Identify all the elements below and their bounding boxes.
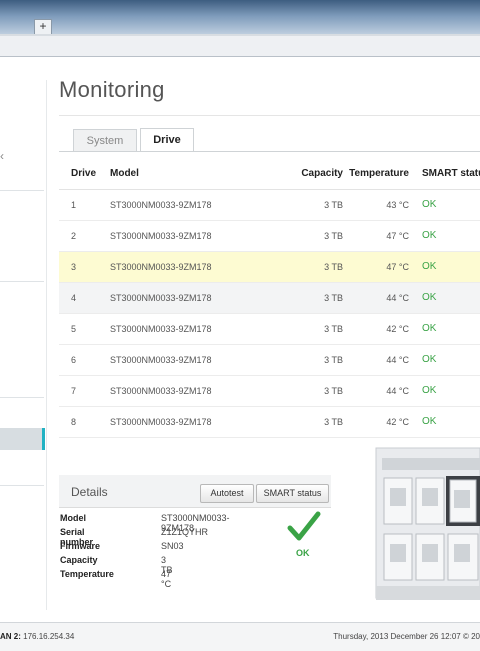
date-time: Thursday, 2013 December 26 12:07 © 20	[333, 632, 480, 641]
drive-model: ST3000NM0033-9ZM178	[110, 355, 212, 365]
drive-temperature: 44 °C	[386, 386, 409, 396]
table-row[interactable]: 2 ST3000NM0033-9ZM178 3 TB 47 °C OK	[59, 221, 480, 252]
address-bar[interactable]	[0, 36, 480, 57]
drive-temperature: 47 °C	[386, 262, 409, 272]
drive-smart-status: OK	[422, 354, 437, 365]
drive-table: Drive Model Capacity Temperature SMART s…	[59, 159, 480, 438]
details-title: Details	[71, 485, 108, 499]
sidebar-divider	[0, 281, 44, 282]
drive-number: 7	[71, 386, 77, 396]
detail-key: Capacity	[60, 555, 98, 565]
smart-status-button[interactable]: SMART status	[256, 484, 329, 503]
tab-system[interactable]: System	[73, 129, 137, 151]
column-header-temperature[interactable]: Temperature	[349, 159, 409, 189]
drive-temperature: 42 °C	[386, 324, 409, 334]
column-header-capacity[interactable]: Capacity	[259, 159, 343, 189]
drive-number: 4	[71, 293, 77, 303]
page-title: Monitoring	[59, 77, 165, 102]
sidebar: ‹	[0, 57, 45, 622]
drive-model: ST3000NM0033-9ZM178	[110, 231, 212, 241]
sidebar-chevron-icon[interactable]: ‹	[0, 149, 4, 163]
drive-model: ST3000NM0033-9ZM178	[110, 200, 212, 210]
drive-capacity: 3 TB	[324, 355, 343, 365]
drive-smart-status: OK	[422, 292, 437, 303]
tab-underline	[59, 151, 480, 152]
sidebar-divider	[0, 190, 44, 191]
new-tab-button[interactable]: +	[34, 19, 52, 35]
drive-model: ST3000NM0033-9ZM178	[110, 417, 212, 427]
drive-health-status: OK	[296, 548, 310, 558]
table-row-selected[interactable]: 3 ST3000NM0033-9ZM178 3 TB 47 °C OK	[59, 252, 480, 283]
drive-model: ST3000NM0033-9ZM178	[110, 324, 212, 334]
title-divider	[59, 115, 480, 116]
drive-number: 2	[71, 231, 77, 241]
table-header: Drive Model Capacity Temperature SMART s…	[59, 159, 480, 190]
drive-temperature: 47 °C	[386, 231, 409, 241]
table-row[interactable]: 5 ST3000NM0033-9ZM178 3 TB 42 °C OK	[59, 314, 480, 345]
table-row[interactable]: 8 ST3000NM0033-9ZM178 3 TB 42 °C OK	[59, 407, 480, 438]
drive-capacity: 3 TB	[324, 200, 343, 210]
checkmark-icon	[287, 511, 321, 541]
drive-temperature: 42 °C	[386, 417, 409, 427]
sidebar-item-active[interactable]	[0, 428, 45, 450]
column-header-model[interactable]: Model	[110, 159, 139, 189]
sidebar-divider-vertical	[46, 80, 47, 610]
details-header: Details Autotest SMART status	[59, 475, 331, 508]
drive-smart-status: OK	[422, 323, 437, 334]
status-bar: AN 2: 176.16.254.34 Thursday, 2013 Decem…	[0, 622, 480, 651]
drive-temperature: 43 °C	[386, 200, 409, 210]
detail-key: Model	[60, 513, 86, 523]
drive-capacity: 3 TB	[324, 386, 343, 396]
drive-smart-status: OK	[422, 416, 437, 427]
drive-capacity: 3 TB	[324, 417, 343, 427]
column-header-smart-status[interactable]: SMART status	[422, 159, 480, 189]
table-row[interactable]: 6 ST3000NM0033-9ZM178 3 TB 44 °C OK	[59, 345, 480, 376]
drive-number: 8	[71, 417, 77, 427]
autotest-button[interactable]: Autotest	[200, 484, 254, 503]
drive-number: 5	[71, 324, 77, 334]
detail-key: Firmware	[60, 541, 101, 551]
drive-temperature: 44 °C	[386, 355, 409, 365]
drive-number: 1	[71, 200, 77, 210]
sidebar-divider	[0, 485, 44, 486]
table-row[interactable]: 1 ST3000NM0033-9ZM178 3 TB 43 °C OK	[59, 190, 480, 221]
drive-model: ST3000NM0033-9ZM178	[110, 386, 212, 396]
drive-capacity: 3 TB	[324, 262, 343, 272]
drive-smart-status: OK	[422, 230, 437, 241]
column-header-drive[interactable]: Drive	[71, 159, 96, 189]
table-row[interactable]: 7 ST3000NM0033-9ZM178 3 TB 44 °C OK	[59, 376, 480, 407]
tab-drive[interactable]: Drive	[140, 128, 194, 151]
sidebar-divider	[0, 397, 44, 398]
drive-capacity: 3 TB	[324, 231, 343, 241]
detail-value: 47 °C	[161, 569, 172, 589]
lan-label: AN 2:	[0, 632, 21, 641]
drive-smart-status: OK	[422, 199, 437, 210]
lan-ip: 176.16.254.34	[23, 632, 75, 641]
drive-smart-status: OK	[422, 261, 437, 272]
detail-value: Z1Z1QYHR	[161, 527, 209, 537]
drive-number: 3	[71, 262, 77, 272]
browser-titlebar: +	[0, 0, 480, 36]
drive-capacity: 3 TB	[324, 324, 343, 334]
drive-capacity: 3 TB	[324, 293, 343, 303]
drive-model: ST3000NM0033-9ZM178	[110, 262, 212, 272]
drive-model: ST3000NM0033-9ZM178	[110, 293, 212, 303]
drive-temperature: 44 °C	[386, 293, 409, 303]
table-row[interactable]: 4 ST3000NM0033-9ZM178 3 TB 44 °C OK	[59, 283, 480, 314]
lan-status: AN 2: 176.16.254.34	[0, 632, 74, 641]
drive-smart-status: OK	[422, 385, 437, 396]
detail-value: SN03	[161, 541, 184, 551]
drive-number: 6	[71, 355, 77, 365]
detail-key: Temperature	[60, 569, 114, 579]
nas-device-image	[375, 447, 480, 600]
